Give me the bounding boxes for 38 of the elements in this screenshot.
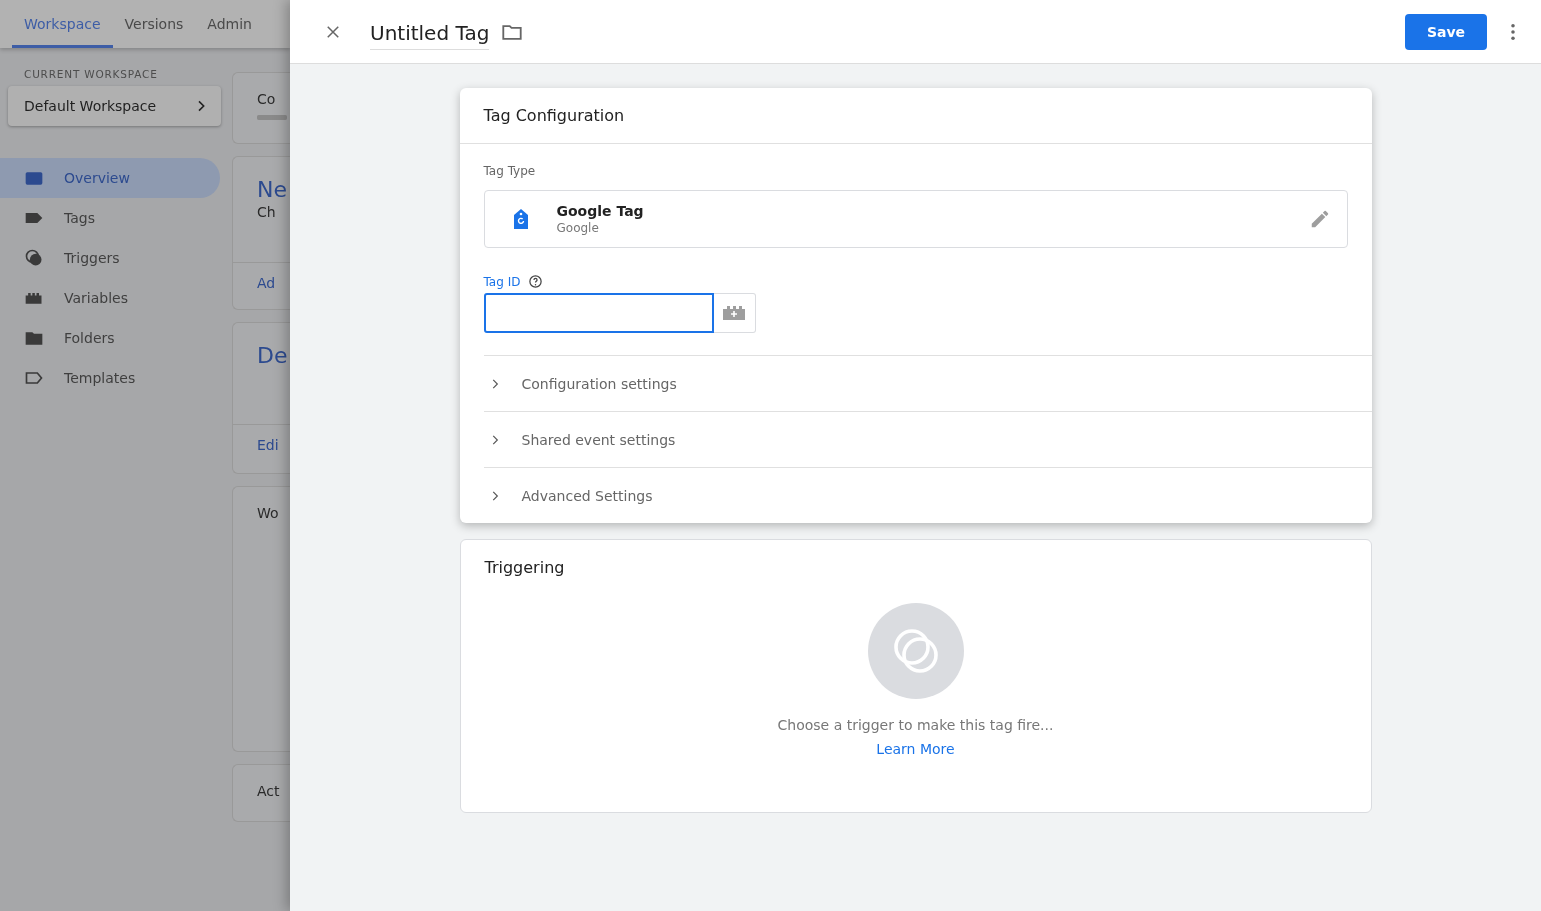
sidebar-item[interactable]: Tags [0,198,220,238]
card-title: De [257,343,289,368]
learn-more-link[interactable]: Learn More [876,741,955,757]
empty-message: Choose a trigger to make this tag fire... [777,717,1054,733]
settings-section[interactable]: Shared event settings [483,411,1372,467]
sidebar-item[interactable]: Templates [0,358,220,398]
settings-section[interactable]: Advanced Settings [483,467,1372,523]
card-text: Act [257,783,281,799]
insert-variable-button[interactable] [713,293,756,333]
nav-tab[interactable]: Versions [112,0,196,48]
card-title: Ne [257,177,288,202]
workspace-selector[interactable]: Default Workspace [8,86,221,126]
sidebar-item[interactable]: Folders [0,318,220,358]
sidebar-item[interactable]: Overview [0,158,220,198]
nav-tab[interactable]: Workspace [12,0,113,48]
settings-section[interactable]: Configuration settings [483,355,1372,411]
sidebar-item[interactable]: Variables [0,278,220,318]
save-button[interactable]: Save [1405,13,1487,50]
card-text: Ch [257,204,277,220]
trigger-icon [867,603,964,699]
help-icon [528,274,544,289]
circles-icon [24,248,44,268]
card-title: Tag Configuration [459,88,1372,144]
tag-type-selector[interactable]: Google Tag Google [483,190,1348,248]
card-title: Triggering [483,557,566,577]
card-text: Wo [257,505,280,521]
card-text: Co [257,91,277,107]
section-label: CURRENT WORKSPACE [23,68,159,80]
tag-id-field[interactable] [483,293,714,333]
title-field[interactable]: Untitled Tag [370,17,490,50]
progress-bar [257,115,287,120]
nav-tab[interactable]: Admin [195,0,264,48]
more-vert-icon [1511,23,1515,40]
field-label: Tag ID [483,274,521,289]
tag-type-name: Google Tag [556,203,644,219]
field-label: Tag Type [483,164,537,178]
tag-type-vendor: Google [556,221,600,235]
sidebar-item[interactable]: Triggers [0,238,220,278]
